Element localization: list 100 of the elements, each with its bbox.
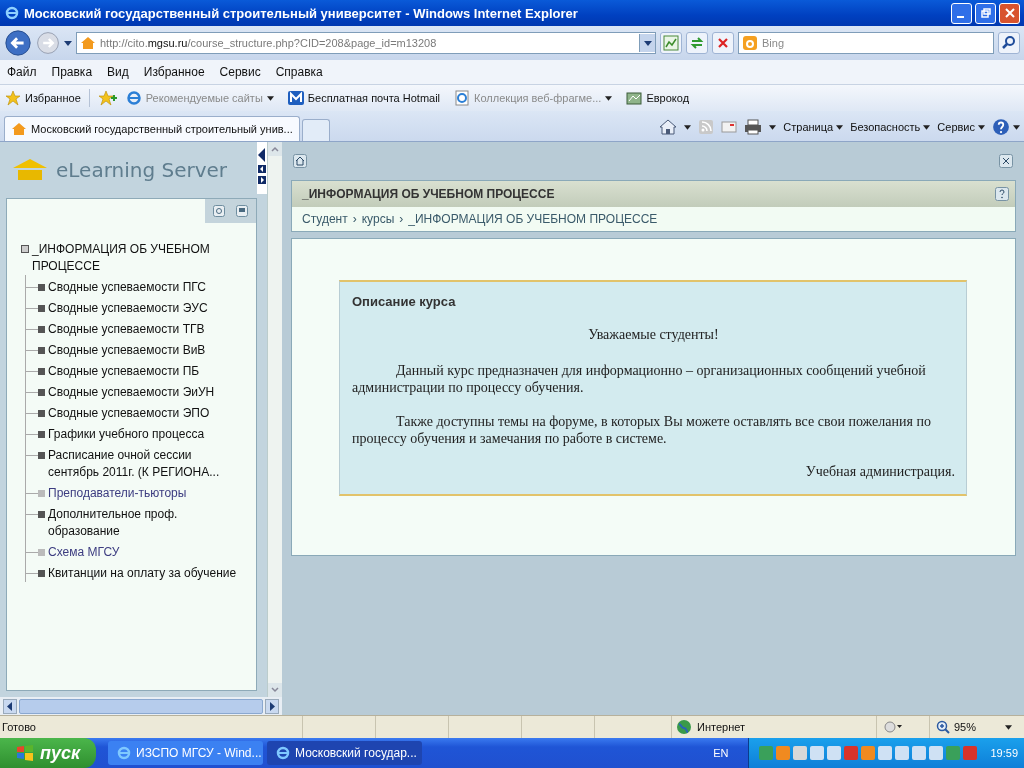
- scroll-right-icon[interactable]: [265, 698, 279, 714]
- menu-item[interactable]: Избранное: [143, 65, 205, 79]
- search-icon[interactable]: [213, 205, 225, 217]
- house-logo-icon: [12, 158, 48, 182]
- tree-item[interactable]: Схема МГСУ: [48, 544, 244, 561]
- search-field[interactable]: Bing: [738, 32, 994, 54]
- windows-flag-icon: [15, 745, 34, 761]
- close-icon: [1004, 8, 1015, 18]
- close-button[interactable]: [999, 2, 1020, 24]
- landscape-icon: [626, 90, 643, 106]
- back-button[interactable]: [4, 29, 32, 57]
- caret-icon: [266, 95, 274, 101]
- caret-icon[interactable]: [64, 40, 72, 46]
- breadcrumb-separator: ›: [352, 212, 357, 226]
- tree-item[interactable]: Сводные успеваемости ВиВ: [48, 342, 244, 359]
- home-icon[interactable]: [659, 119, 678, 135]
- clock: 19:59: [990, 747, 1018, 759]
- scroll-thumb[interactable]: [19, 698, 263, 714]
- browser-tab[interactable]: Московский государственный строительный унив...: [4, 116, 300, 141]
- tree-item[interactable]: Сводные успеваемости ЭУС: [48, 300, 244, 317]
- horizontal-scrollbar[interactable]: [0, 697, 282, 715]
- tree-item[interactable]: Сводные успеваемости ЭПО: [48, 405, 244, 422]
- dropdown-button[interactable]: [639, 34, 655, 52]
- print-icon[interactable]: [744, 119, 763, 135]
- caret-icon: [605, 95, 613, 101]
- menu-item[interactable]: Вид: [107, 65, 129, 79]
- tray-icon[interactable]: [810, 746, 825, 760]
- protected-mode-icon[interactable]: [883, 720, 903, 734]
- browser-logo-icon: [275, 745, 291, 761]
- breadcrumb-link[interactable]: _ИНФОРМАЦИЯ ОБ УЧЕБНОМ ПРОЦЕССЕ: [408, 212, 658, 226]
- command-menu[interactable]: Безопасность: [850, 121, 931, 133]
- restore-button[interactable]: [975, 2, 996, 24]
- address-field[interactable]: http://cito.mgsu.ru/course_structure.php?CID=208&page_id=m13208: [76, 32, 656, 54]
- magnifier-icon: [936, 720, 950, 734]
- favorites-link[interactable]: Бесплатная почта Hotmail: [287, 90, 441, 106]
- menu-item[interactable]: Правка: [51, 65, 93, 79]
- globe-e-icon: [125, 90, 142, 106]
- collapse-arrow-icon[interactable]: [258, 148, 266, 162]
- scroll-left-icon[interactable]: [3, 698, 17, 714]
- menu-item[interactable]: Сервис: [219, 65, 261, 79]
- tree-item[interactable]: _ИНФОРМАЦИЯ ОБ УЧЕБНОМ ПРОЦЕССЕ: [32, 241, 222, 275]
- menu-item[interactable]: Справка: [275, 65, 323, 79]
- tree-item[interactable]: Преподаватели-тьюторы: [48, 485, 244, 502]
- compatibility-button[interactable]: [660, 32, 682, 54]
- stop-button[interactable]: [712, 32, 734, 54]
- language-indicator[interactable]: EN: [713, 747, 729, 759]
- tray-icon[interactable]: [912, 746, 927, 760]
- taskbar-button[interactable]: Московский государ...: [267, 741, 422, 765]
- tray-icon[interactable]: [827, 746, 842, 760]
- command-menu[interactable]: Страница: [783, 121, 844, 133]
- taskbar-button[interactable]: ИЗСПО МГСУ - Wind...: [108, 741, 263, 765]
- collapse-icon[interactable]: [21, 245, 29, 253]
- caret-icon[interactable]: [684, 124, 692, 130]
- caret-icon: [836, 124, 844, 130]
- tree-item[interactable]: Сводные успеваемости ТГВ: [48, 321, 244, 338]
- tree-item[interactable]: Сводные успеваемости ПБ: [48, 363, 244, 380]
- favorites-button[interactable]: Избранное: [5, 90, 81, 106]
- tray-icon[interactable]: [793, 746, 808, 760]
- arrow-right-icon[interactable]: [258, 176, 266, 184]
- tree-item[interactable]: Графики учебного процесса: [48, 426, 244, 443]
- globe-icon: [676, 719, 692, 735]
- url-text: http://cito.mgsu.ru/course_structure.php?CID=208&page_id=m13208: [100, 37, 438, 49]
- home-icon[interactable]: [293, 154, 307, 168]
- arrow-left-icon[interactable]: [258, 165, 266, 173]
- menu-item[interactable]: Файл: [7, 65, 37, 79]
- restore-icon: [980, 8, 991, 18]
- tree-item[interactable]: Сводные успеваемости ПГС: [48, 279, 244, 296]
- help-button[interactable]: [992, 118, 1020, 136]
- help-icon[interactable]: [995, 187, 1009, 201]
- mail-icon[interactable]: [721, 121, 738, 133]
- tray-icon[interactable]: [929, 746, 944, 760]
- refresh-icon: [689, 35, 705, 51]
- command-menu[interactable]: Сервис: [937, 121, 985, 133]
- star-icon: [5, 90, 21, 106]
- browser-logo-icon: [4, 5, 20, 21]
- tree-item[interactable]: Расписание очной сессии сентябрь 2011г. (К РЕГИОНА...: [48, 447, 244, 481]
- tray-icon[interactable]: [878, 746, 893, 760]
- breadcrumb-link[interactable]: Студент: [302, 212, 348, 226]
- home-page-icon: [80, 35, 96, 51]
- tree-item[interactable]: Квитанции на оплату за обучение: [48, 565, 244, 582]
- search-button[interactable]: [998, 32, 1020, 54]
- flag-icon[interactable]: [236, 205, 248, 217]
- favorites-link[interactable]: Еврокод: [626, 90, 690, 106]
- caret-icon[interactable]: [769, 124, 777, 130]
- minimize-button[interactable]: [951, 2, 972, 24]
- search-icon: [1001, 35, 1017, 51]
- bing-logo-icon: [742, 35, 758, 51]
- window-title: Московский государственный строительный университет - Windows Internet Explorer: [24, 5, 579, 21]
- tree-item[interactable]: Дополнительное проф. образование: [48, 506, 244, 540]
- breadcrumb-link[interactable]: курсы: [361, 212, 395, 226]
- close-icon[interactable]: [999, 154, 1013, 168]
- tree-item[interactable]: Сводные успеваемости ЭиУН: [48, 384, 244, 401]
- greeting-text: Уважаемые студенты!: [587, 327, 720, 343]
- paragraph: Также доступны темы на форуме, в которых Вы можете оставлять все свои пожелания по процессу обучения и замечания по работе в системе.: [352, 413, 932, 447]
- caret-icon: [1005, 724, 1012, 730]
- refresh-button[interactable]: [686, 32, 708, 54]
- mail-logo-icon: [287, 90, 304, 106]
- tray-icon[interactable]: [895, 746, 910, 760]
- add-favorite-icon[interactable]: [97, 90, 118, 106]
- page-title: _ИНФОРМАЦИЯ ОБ УЧЕБНОМ ПРОЦЕССЕ: [302, 187, 555, 201]
